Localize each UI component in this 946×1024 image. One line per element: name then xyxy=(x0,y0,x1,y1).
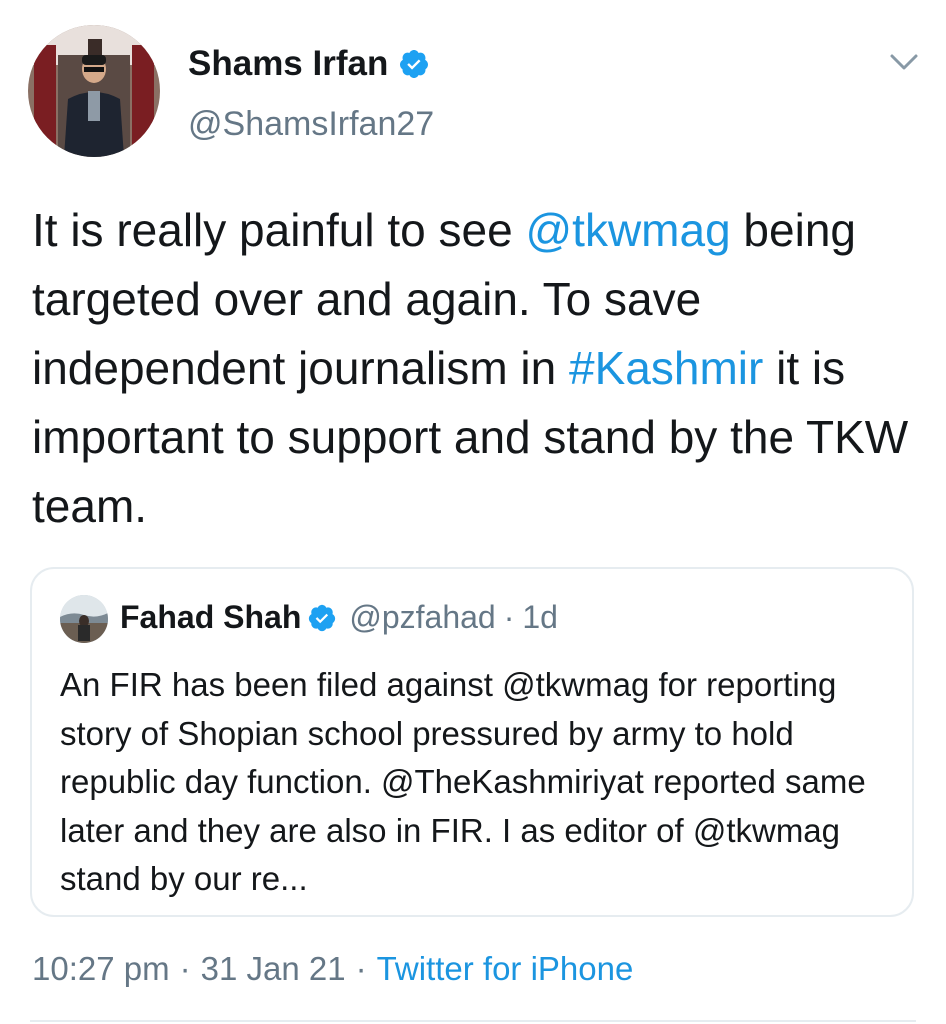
verified-badge-icon xyxy=(398,48,430,80)
separator-dot: · xyxy=(179,950,191,987)
tweet-source-link[interactable]: Twitter for iPhone xyxy=(377,950,634,987)
quoted-author-handle[interactable]: @pzfahad xyxy=(349,599,495,636)
author-name-text[interactable]: Shams Irfan xyxy=(188,44,388,84)
divider xyxy=(30,1020,916,1022)
separator-dot: · xyxy=(355,950,367,987)
avatar[interactable] xyxy=(28,25,160,157)
quoted-author-name[interactable]: Fahad Shah xyxy=(120,599,301,636)
tweet-text: It is really painful to see @tkwmag bein… xyxy=(32,196,912,541)
verified-badge-icon xyxy=(307,603,337,633)
tweet-time[interactable]: 10:27 pm xyxy=(32,950,170,987)
quoted-text: An FIR has been filed against @tkwmag fo… xyxy=(60,666,866,897)
author-name[interactable]: Shams Irfan xyxy=(188,44,430,84)
separator-dot: · xyxy=(503,599,515,635)
hashtag-link[interactable]: #Kashmir xyxy=(569,342,763,394)
tweet-metadata: 10:27 pm · 31 Jan 21 · Twitter for iPhone xyxy=(32,950,633,988)
tweet-date[interactable]: 31 Jan 21 xyxy=(201,950,346,987)
tweet-text-part: It is really painful to see xyxy=(32,204,526,256)
mention-link[interactable]: @tkwmag xyxy=(525,204,730,256)
author-handle[interactable]: @ShamsIrfan27 xyxy=(188,105,434,144)
quoted-header: Fahad Shah @pzfahad · 1d xyxy=(120,599,558,636)
chevron-down-icon[interactable] xyxy=(888,50,920,74)
quoted-timestamp[interactable]: 1d xyxy=(522,599,558,636)
quoted-avatar[interactable] xyxy=(60,595,108,643)
quoted-tweet[interactable]: Fahad Shah @pzfahad · 1d An FIR has been… xyxy=(30,567,914,917)
